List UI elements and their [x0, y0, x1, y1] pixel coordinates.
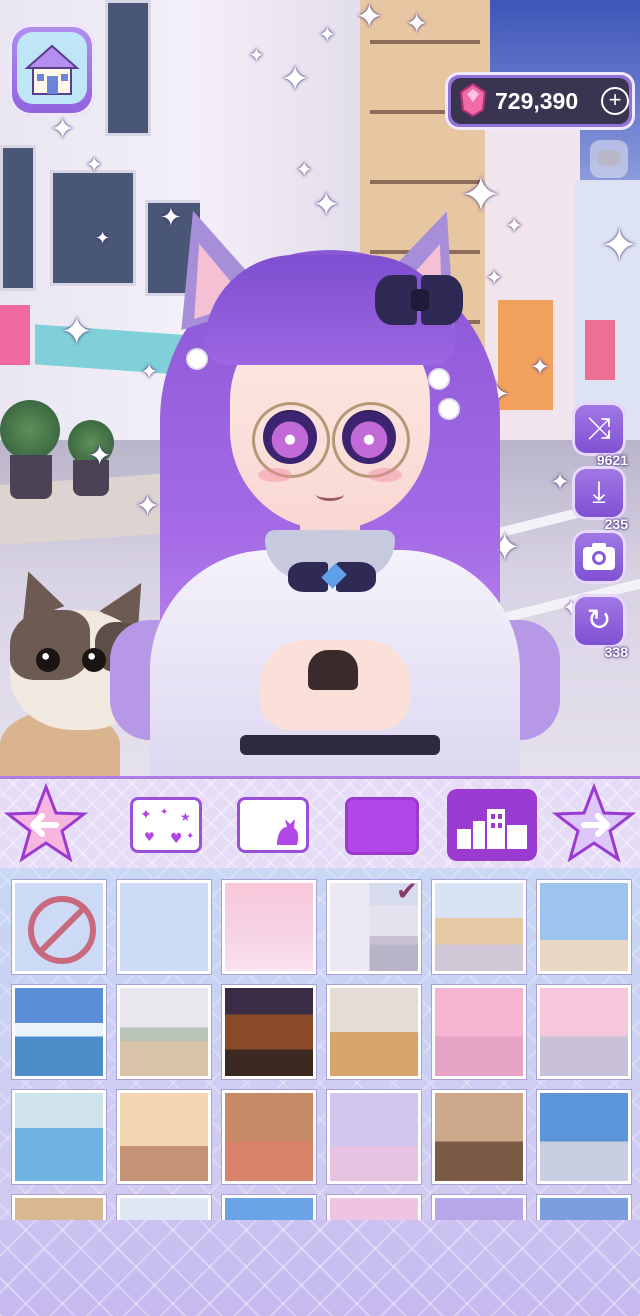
plus-circle-icon[interactable]: + [601, 87, 629, 115]
glasses [252, 402, 330, 478]
sparkle-icon: ✦ [405, 7, 429, 40]
sparkle-icon: ✦ [50, 112, 76, 147]
cat-frame-icon [277, 819, 299, 845]
house-icon [24, 44, 80, 95]
svg-text:✦: ✦ [140, 807, 152, 823]
sparkle-stickers-icon: ✦ ✦ ★ ♥ ♥ ✦ [140, 807, 194, 847]
bg-tile-pink-gradient[interactable] [222, 880, 316, 974]
bg-tile-pool[interactable] [12, 1090, 106, 1184]
sparkle-icon: ✦ [295, 158, 314, 183]
svg-text:♥: ♥ [144, 830, 155, 844]
bg-tile-shop-corner[interactable] [432, 880, 526, 974]
sparkle-icon: ✦ [318, 23, 337, 48]
mouth [316, 488, 344, 501]
hair-flower [440, 400, 458, 418]
redo-button[interactable]: ↻ 338 [572, 594, 628, 660]
sparkle-icon: ✦ [355, 0, 384, 37]
bg-tile-rooftop[interactable] [537, 1090, 631, 1184]
hair-flower [188, 350, 206, 368]
svg-text:✦: ✦ [160, 807, 168, 818]
svg-text:♥: ♥ [170, 831, 183, 847]
sparkle-icon: ✦ [460, 166, 502, 224]
sparkle-icon: ✦ [600, 218, 639, 272]
bg-tile-city-street[interactable]: ✔ [327, 880, 421, 974]
tab-color[interactable] [345, 797, 419, 855]
bg-tile-room-window[interactable] [537, 880, 631, 974]
bg-tile-cafeteria[interactable] [432, 1090, 526, 1184]
shop-sign [585, 320, 615, 380]
chocolate-heart [308, 650, 358, 690]
neck-bow [288, 558, 378, 598]
arrow-left-star-icon[interactable] [4, 783, 88, 867]
hair-bow [375, 275, 465, 335]
shuffle-icon: ⤨ [587, 411, 611, 446]
gem-count: 729,390 [495, 88, 579, 114]
city-background-icon [453, 795, 531, 855]
bg-tile-light-blue[interactable] [117, 880, 211, 974]
grid-bottom-panel [0, 1220, 640, 1316]
background-grid: ✔ [0, 868, 640, 1316]
sparkle-icon: ✦ [312, 185, 341, 225]
bg-tile-cherry-path[interactable] [432, 985, 526, 1079]
arrow-right-star-icon[interactable] [552, 783, 636, 867]
sparkle-icon: ✦ [95, 228, 111, 249]
potted-plant [0, 400, 60, 460]
save-button[interactable]: ⤓ 235 [572, 466, 628, 532]
shop-sign [0, 305, 30, 365]
camera-icon [583, 543, 615, 570]
bg-tile-auditorium[interactable] [327, 985, 421, 1079]
selected-check-icon: ✔ [396, 880, 418, 907]
home-button[interactable] [9, 24, 95, 116]
tab-frame[interactable] [237, 797, 309, 853]
belt [240, 735, 440, 755]
tab-background[interactable] [447, 789, 537, 861]
bg-tile-sakura-crossing[interactable] [327, 1090, 421, 1184]
camera-button[interactable] [572, 530, 626, 584]
bg-tile-bedroom[interactable] [222, 1090, 316, 1184]
shuffle-button[interactable]: ⤨ 9621 [572, 402, 628, 468]
chat-button[interactable] [590, 140, 628, 178]
avatar-character[interactable] [110, 194, 560, 778]
bg-tile-seaside[interactable] [12, 985, 106, 1079]
tab-stickers[interactable]: ✦ ✦ ★ ♥ ♥ ✦ [130, 797, 202, 853]
sparkle-icon: ✦ [85, 153, 104, 178]
gem-counter[interactable]: 729,390 + [445, 72, 635, 130]
bg-tile-classroom-sunset[interactable] [117, 1090, 211, 1184]
glasses [332, 402, 410, 478]
sparkle-icon: ✦ [248, 43, 265, 67]
bg-tile-classroom[interactable] [117, 985, 211, 1079]
download-icon: ⤓ [592, 475, 606, 510]
hair-flower [430, 370, 448, 388]
sparkle-icon: ✦ [60, 309, 94, 355]
svg-text:✦: ✦ [186, 831, 194, 842]
svg-text:★: ★ [180, 810, 191, 824]
no-sign-icon [28, 896, 96, 964]
sparkle-icon: ✦ [280, 59, 311, 100]
bg-tile-none[interactable] [12, 880, 106, 974]
sparkle-icon: ✦ [550, 468, 571, 496]
sparkle-icon: ✦ [88, 439, 112, 472]
bg-tile-cherry-street[interactable] [537, 985, 631, 1079]
chat-bubble-icon [597, 150, 621, 166]
bg-tile-japanese-house[interactable] [222, 985, 316, 1079]
category-bar: ✦ ✦ ★ ♥ ♥ ✦ [0, 776, 640, 874]
redo-icon: ↻ [586, 603, 612, 638]
redo-count: 338 [604, 644, 628, 660]
pink-gem-icon [459, 82, 487, 118]
